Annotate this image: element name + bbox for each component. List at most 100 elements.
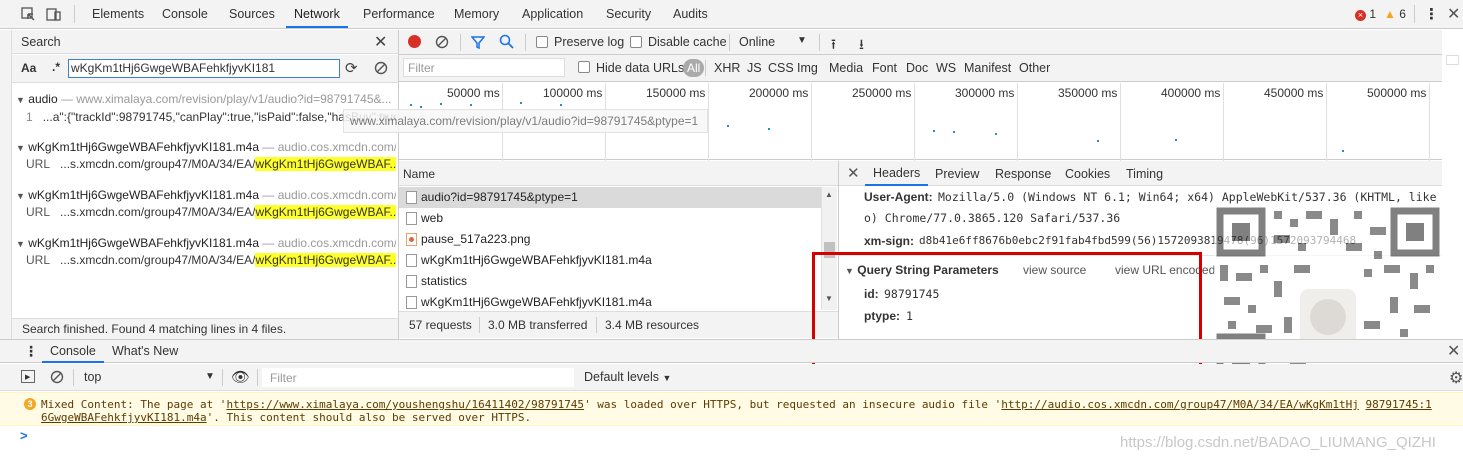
- document-icon: [406, 296, 417, 309]
- request-row[interactable]: statistics: [399, 271, 821, 292]
- tab-headers[interactable]: Headers: [865, 161, 929, 186]
- request-row[interactable]: web: [399, 208, 821, 229]
- inspect-element-icon[interactable]: [20, 6, 36, 22]
- chevron-down-icon[interactable]: ▼: [797, 35, 807, 46]
- tab-console[interactable]: Console: [154, 0, 216, 28]
- result-file[interactable]: ▼ wKgKm1tHj6GwgeWBAFehkfjyvKI181.m4a — a…: [16, 236, 396, 250]
- tab-security[interactable]: Security: [598, 0, 659, 28]
- throttle-select[interactable]: Online: [739, 35, 775, 49]
- disable-cache-checkbox[interactable]: [630, 36, 642, 48]
- chevron-down-icon[interactable]: ▼: [205, 371, 215, 382]
- request-row[interactable]: wKgKm1tHj6GwgeWBAFehkfjyvKI181.m4a: [399, 292, 821, 310]
- match-case-toggle[interactable]: Aa: [21, 61, 36, 75]
- warning-link[interactable]: 6GwgeWBAFehkfjyvKI181.m4a: [41, 411, 207, 424]
- type-filter-xhr[interactable]: XHR: [714, 61, 740, 75]
- type-filter-all[interactable]: All: [683, 59, 705, 77]
- filter-icon[interactable]: [470, 35, 486, 52]
- tab-audits[interactable]: Audits: [665, 0, 716, 28]
- name-column-header[interactable]: Name: [403, 167, 435, 181]
- drawer-tab-whats-new[interactable]: What's New: [112, 344, 178, 358]
- request-row[interactable]: pause_517a223.png: [399, 229, 821, 250]
- result-line[interactable]: 1 ...a":{"trackId":98791745,"canPlay":tr…: [26, 110, 396, 124]
- warning-link[interactable]: https://www.ximalaya.com/youshengshu/164…: [226, 398, 584, 411]
- console-prompt[interactable]: >: [20, 428, 28, 443]
- search-status-bar: Search finished. Found 4 matching lines …: [12, 318, 398, 339]
- network-filter-input[interactable]: Filter: [403, 58, 565, 77]
- drawer-tab-console[interactable]: Console: [42, 340, 104, 363]
- requests-count: 57 requests: [409, 318, 472, 332]
- chevron-down-icon: ▼: [662, 373, 672, 383]
- refresh-icon[interactable]: ⟳: [345, 59, 358, 77]
- warning-link[interactable]: http://audio.cos.xmcdn.com/group47/M0A/3…: [1001, 398, 1359, 411]
- device-toolbar-icon[interactable]: [46, 6, 62, 22]
- console-warning-message[interactable]: 3 Mixed Content: The page at 'https://ww…: [0, 392, 1463, 426]
- type-filter-css[interactable]: CSS: [768, 61, 794, 75]
- tab-preview[interactable]: Preview: [935, 167, 979, 181]
- type-filter-ws[interactable]: WS: [936, 61, 956, 75]
- context-select[interactable]: top: [84, 370, 101, 384]
- clear-console-icon[interactable]: [50, 370, 64, 387]
- close-search-icon[interactable]: ✕: [374, 32, 387, 52]
- eye-icon[interactable]: 👁: [231, 368, 250, 386]
- scroll-up-icon[interactable]: ▲: [825, 190, 833, 199]
- close-drawer-icon[interactable]: ✕: [1447, 341, 1460, 361]
- result-file[interactable]: ▼ wKgKm1tHj6GwgeWBAFehkfjyvKI181.m4a — a…: [16, 140, 396, 154]
- expand-arrow-icon: ▼: [16, 143, 25, 153]
- type-filter-manifest[interactable]: Manifest: [964, 61, 1011, 75]
- log-levels-select[interactable]: Default levels ▼: [584, 370, 671, 384]
- document-icon: [406, 191, 417, 204]
- drawer-menu-icon[interactable]: ⋮: [24, 343, 38, 360]
- result-line[interactable]: URL ...s.xmcdn.com/group47/M0A/34/EA/wKg…: [26, 253, 396, 267]
- tab-network[interactable]: Network: [286, 0, 348, 28]
- network-summary-bar: 57 requests 3.0 MB transferred 3.4 MB re…: [399, 311, 838, 338]
- timeline-tick: 400000 ms: [1161, 86, 1221, 100]
- source-link[interactable]: 98791745:1: [1366, 398, 1432, 411]
- regex-toggle[interactable]: .*: [52, 60, 60, 74]
- tab-timing[interactable]: Timing: [1126, 167, 1163, 181]
- tab-application[interactable]: Application: [514, 0, 591, 28]
- tab-response[interactable]: Response: [995, 167, 1051, 181]
- close-detail-icon[interactable]: ✕: [847, 164, 860, 182]
- tab-performance[interactable]: Performance: [355, 0, 443, 28]
- type-filter-js[interactable]: JS: [747, 61, 762, 75]
- type-filter-img[interactable]: Img: [797, 61, 818, 75]
- result-file[interactable]: ▼ audio — www.ximalaya.com/revision/play…: [16, 92, 392, 106]
- detail-tabbar: ✕ Headers Preview Response Cookies Timin…: [839, 161, 1463, 186]
- console-filter-input[interactable]: Filter: [262, 368, 574, 387]
- close-devtools-icon[interactable]: ✕: [1447, 4, 1460, 24]
- request-row[interactable]: wKgKm1tHj6GwgeWBAFehkfjyvKI181.m4a: [399, 250, 821, 271]
- type-filter-media[interactable]: Media: [829, 61, 863, 75]
- result-line[interactable]: URL ...s.xmcdn.com/group47/M0A/34/EA/wKg…: [26, 157, 396, 171]
- search-input[interactable]: wKgKm1tHj6GwgeWBAFehkfjyvKI181: [68, 59, 340, 78]
- tab-elements[interactable]: Elements: [84, 0, 152, 28]
- console-input[interactable]: [34, 428, 1114, 446]
- console-drawer-tabs: ⋮ Console What's New ✕: [0, 339, 1463, 363]
- console-settings-icon[interactable]: ⚙: [1449, 368, 1463, 388]
- expand-arrow-icon: ▼: [16, 191, 25, 201]
- detail-scrollbar-track[interactable]: [1446, 55, 1459, 65]
- type-filter-other[interactable]: Other: [1019, 61, 1050, 75]
- image-icon: [406, 233, 417, 246]
- tab-cookies[interactable]: Cookies: [1065, 167, 1110, 181]
- tab-sources[interactable]: Sources: [221, 0, 283, 28]
- preserve-log-checkbox[interactable]: [536, 36, 548, 48]
- devtools-tabbar: Elements Console Sources Network Perform…: [0, 0, 1463, 29]
- search-status: Search finished. Found 4 matching lines …: [22, 322, 287, 336]
- timeline-tick: 350000 ms: [1058, 86, 1118, 100]
- hide-data-urls-checkbox[interactable]: [578, 61, 590, 73]
- result-line[interactable]: URL ...s.xmcdn.com/group47/M0A/34/EA/wKg…: [26, 205, 396, 219]
- warning-count[interactable]: ▲ 6: [1384, 7, 1406, 21]
- show-sidebar-icon[interactable]: ▶: [21, 370, 35, 383]
- type-filter-font[interactable]: Font: [872, 61, 897, 75]
- error-count[interactable]: × 1: [1355, 7, 1376, 21]
- search-icon[interactable]: [499, 34, 514, 52]
- more-options-icon[interactable]: ⋮: [1424, 5, 1439, 23]
- request-row[interactable]: audio?id=98791745&ptype=1: [399, 187, 821, 208]
- tab-memory[interactable]: Memory: [446, 0, 507, 28]
- clear-icon[interactable]: [374, 61, 388, 78]
- clear-log-icon[interactable]: [435, 35, 449, 52]
- record-icon[interactable]: [408, 35, 421, 48]
- type-filter-doc[interactable]: Doc: [906, 61, 928, 75]
- result-file[interactable]: ▼ wKgKm1tHj6GwgeWBAFehkfjyvKI181.m4a — a…: [16, 188, 396, 202]
- preserve-log-label: Preserve log: [554, 35, 625, 49]
